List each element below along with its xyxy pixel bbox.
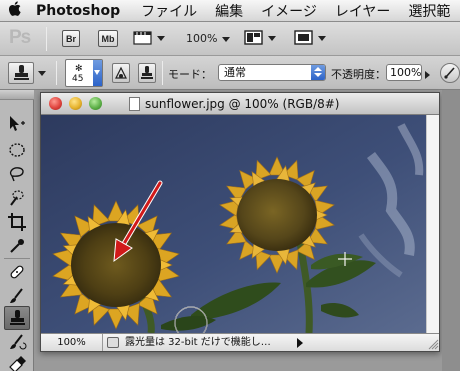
bandage-icon bbox=[10, 265, 24, 279]
close-button[interactable] bbox=[49, 97, 62, 110]
opacity-input[interactable]: 100% bbox=[386, 64, 422, 81]
panel-grip[interactable] bbox=[0, 90, 34, 100]
resize-grip-icon[interactable] bbox=[426, 333, 439, 351]
zoom-button[interactable] bbox=[89, 97, 102, 110]
lasso-tool[interactable] bbox=[4, 162, 30, 186]
options-bar: ✻ 45 モード： 通常 不透明度： 100% bbox=[0, 56, 460, 90]
brush-size: 45 bbox=[72, 74, 84, 84]
menu-edit[interactable]: 編集 bbox=[206, 1, 252, 21]
opacity-label: 不透明度： bbox=[331, 68, 386, 81]
sunflower-photo bbox=[41, 115, 426, 333]
right-panel-dock bbox=[442, 90, 460, 371]
brush-icon bbox=[10, 288, 23, 303]
pen-pressure-icon bbox=[444, 67, 455, 79]
menu-file[interactable]: ファイル bbox=[132, 1, 206, 21]
slider-arrow-icon[interactable] bbox=[425, 71, 430, 79]
minimize-button[interactable] bbox=[69, 97, 82, 110]
brush-dot-icon: ✻ bbox=[75, 64, 83, 74]
ps-logo: Ps bbox=[9, 27, 31, 48]
mini-bridge-button[interactable]: Mb bbox=[98, 30, 118, 47]
menu-select[interactable]: 選択範 bbox=[399, 1, 459, 21]
mode-value: 通常 bbox=[224, 66, 246, 79]
chevron-down-icon bbox=[94, 70, 100, 75]
status-menu-arrow-icon[interactable] bbox=[297, 338, 303, 348]
brush-panel-icon bbox=[115, 66, 127, 79]
quick-selection-tool[interactable] bbox=[4, 186, 30, 210]
eraser-tool[interactable] bbox=[4, 352, 30, 371]
tablet-pressure-opacity-button[interactable] bbox=[440, 63, 460, 83]
updown-arrows-icon bbox=[311, 65, 325, 80]
document-icon bbox=[129, 97, 140, 111]
chevron-down-icon[interactable] bbox=[222, 37, 230, 42]
tool-preset-picker[interactable] bbox=[8, 62, 48, 84]
status-bar: 100% 露光量は 32-bit だけで機能し… bbox=[41, 333, 439, 351]
zoom-level[interactable]: 100% bbox=[186, 32, 217, 45]
divider bbox=[4, 258, 30, 259]
history-brush-tool[interactable] bbox=[4, 330, 30, 354]
status-info-icon[interactable] bbox=[107, 337, 119, 348]
clone-stamp-tool[interactable] bbox=[4, 306, 30, 330]
view-extras-icon bbox=[133, 31, 152, 45]
lasso-icon bbox=[9, 167, 24, 182]
clone-source-button[interactable] bbox=[138, 63, 156, 83]
menu-app-photoshop[interactable]: Photoshop bbox=[30, 3, 132, 19]
screen-mode-button[interactable] bbox=[294, 30, 328, 48]
status-text: 露光量は 32-bit だけで機能し… bbox=[125, 337, 271, 348]
divider bbox=[56, 61, 57, 85]
brush-picker[interactable]: ✻ 45 bbox=[65, 59, 103, 87]
image-canvas[interactable] bbox=[41, 115, 426, 333]
eyedropper-tool[interactable] bbox=[4, 234, 30, 258]
brush-panel-button[interactable] bbox=[112, 63, 130, 83]
crop-tool[interactable] bbox=[4, 210, 30, 234]
document-window: sunflower.jpg @ 100% (RGB/8#) 100% 露光量は … bbox=[40, 92, 440, 352]
menu-bar: Photoshop ファイル 編集 イメージ レイヤー 選択範 bbox=[0, 0, 460, 22]
menu-layer[interactable]: レイヤー bbox=[326, 1, 400, 21]
elliptical-marquee-icon bbox=[9, 143, 25, 157]
apple-icon[interactable] bbox=[0, 1, 30, 20]
history-brush-icon bbox=[10, 334, 27, 350]
zoom-field[interactable]: 100% bbox=[41, 334, 103, 351]
tools-panel bbox=[0, 90, 34, 371]
opacity-value: 100% bbox=[390, 66, 422, 79]
healing-brush-tool[interactable] bbox=[4, 260, 30, 284]
crop-icon bbox=[8, 213, 26, 231]
mode-label: モード： bbox=[168, 68, 212, 81]
clone-stamp-icon bbox=[14, 65, 29, 80]
chevron-down-icon bbox=[268, 36, 276, 41]
vertical-scrollbar[interactable] bbox=[426, 115, 439, 333]
divider bbox=[162, 61, 163, 85]
view-extras-button[interactable] bbox=[133, 30, 167, 48]
chevron-down-icon bbox=[318, 36, 326, 41]
eyedropper-icon bbox=[10, 239, 24, 253]
arrange-documents-button[interactable] bbox=[244, 30, 278, 48]
screen-mode-icon bbox=[294, 30, 313, 45]
document-title-bar[interactable]: sunflower.jpg @ 100% (RGB/8#) bbox=[41, 93, 439, 115]
brush-tool[interactable] bbox=[4, 284, 30, 308]
divider bbox=[46, 27, 47, 51]
move-arrow-icon bbox=[10, 116, 25, 131]
arrange-documents-icon bbox=[244, 30, 263, 45]
chevron-down-icon bbox=[38, 71, 46, 76]
quick-selection-icon bbox=[10, 190, 24, 206]
clone-stamp-icon bbox=[10, 310, 25, 325]
eraser-icon bbox=[9, 356, 26, 371]
move-tool[interactable] bbox=[4, 112, 30, 136]
mode-select[interactable]: 通常 bbox=[218, 64, 326, 81]
application-bar: Ps Br Mb 100% bbox=[0, 22, 460, 56]
bridge-button[interactable]: Br bbox=[62, 30, 80, 47]
marquee-tool[interactable] bbox=[4, 138, 30, 162]
menu-image[interactable]: イメージ bbox=[252, 1, 326, 21]
photoshop-screen: Photoshop ファイル 編集 イメージ レイヤー 選択範 Ps Br Mb… bbox=[0, 0, 460, 371]
clone-source-icon bbox=[141, 66, 153, 79]
document-title: sunflower.jpg @ 100% (RGB/8#) bbox=[145, 97, 340, 111]
chevron-down-icon bbox=[157, 36, 165, 41]
